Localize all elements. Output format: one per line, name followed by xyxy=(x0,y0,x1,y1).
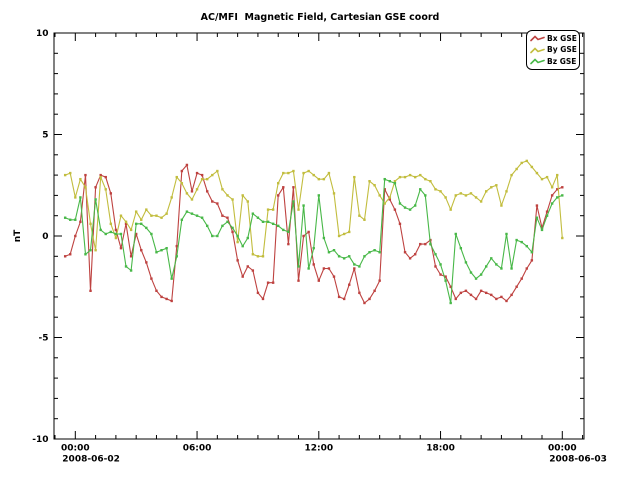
svg-text:18:00: 18:00 xyxy=(426,444,455,454)
svg-text:5: 5 xyxy=(42,131,48,141)
svg-text:-5: -5 xyxy=(39,334,49,344)
svg-text:06:00: 06:00 xyxy=(183,444,212,454)
legend-item-bx: Bx GSE xyxy=(530,33,578,44)
legend-label-bx: Bx GSE xyxy=(547,35,577,43)
magnetic-field-chart: 00:002008-06-0206:0012:0018:0000:002008-… xyxy=(0,0,640,480)
svg-text:12:00: 12:00 xyxy=(304,444,333,454)
svg-text:-10: -10 xyxy=(32,435,48,445)
svg-text:0: 0 xyxy=(42,232,48,242)
svg-text:00:00: 00:00 xyxy=(61,444,90,454)
legend-item-bz: Bz GSE xyxy=(530,56,578,67)
series-bx-gse xyxy=(64,164,564,304)
legend-box: Bx GSE By GSE Bz GSE xyxy=(526,30,580,70)
axis-ticks xyxy=(54,33,584,439)
series-line-bz-gse xyxy=(65,179,562,303)
legend-label-bz: Bz GSE xyxy=(547,58,576,66)
svg-text:10: 10 xyxy=(36,29,49,39)
plot-window: AC/MFI Magnetic Field, Cartesian GSE coo… xyxy=(0,0,640,480)
legend-item-by: By GSE xyxy=(530,45,578,56)
bx-line-sample-icon xyxy=(530,34,545,43)
bz-line-sample-icon xyxy=(530,57,545,66)
by-line-sample-icon xyxy=(530,46,545,55)
svg-text:2008-06-02: 2008-06-02 xyxy=(62,455,120,465)
svg-text:2008-06-03: 2008-06-03 xyxy=(549,455,607,465)
series-line-bx-gse xyxy=(65,165,562,303)
y-axis-label: nT xyxy=(13,229,23,242)
legend-label-by: By GSE xyxy=(547,46,577,54)
plot-box xyxy=(54,33,584,439)
svg-text:00:00: 00:00 xyxy=(548,444,577,454)
